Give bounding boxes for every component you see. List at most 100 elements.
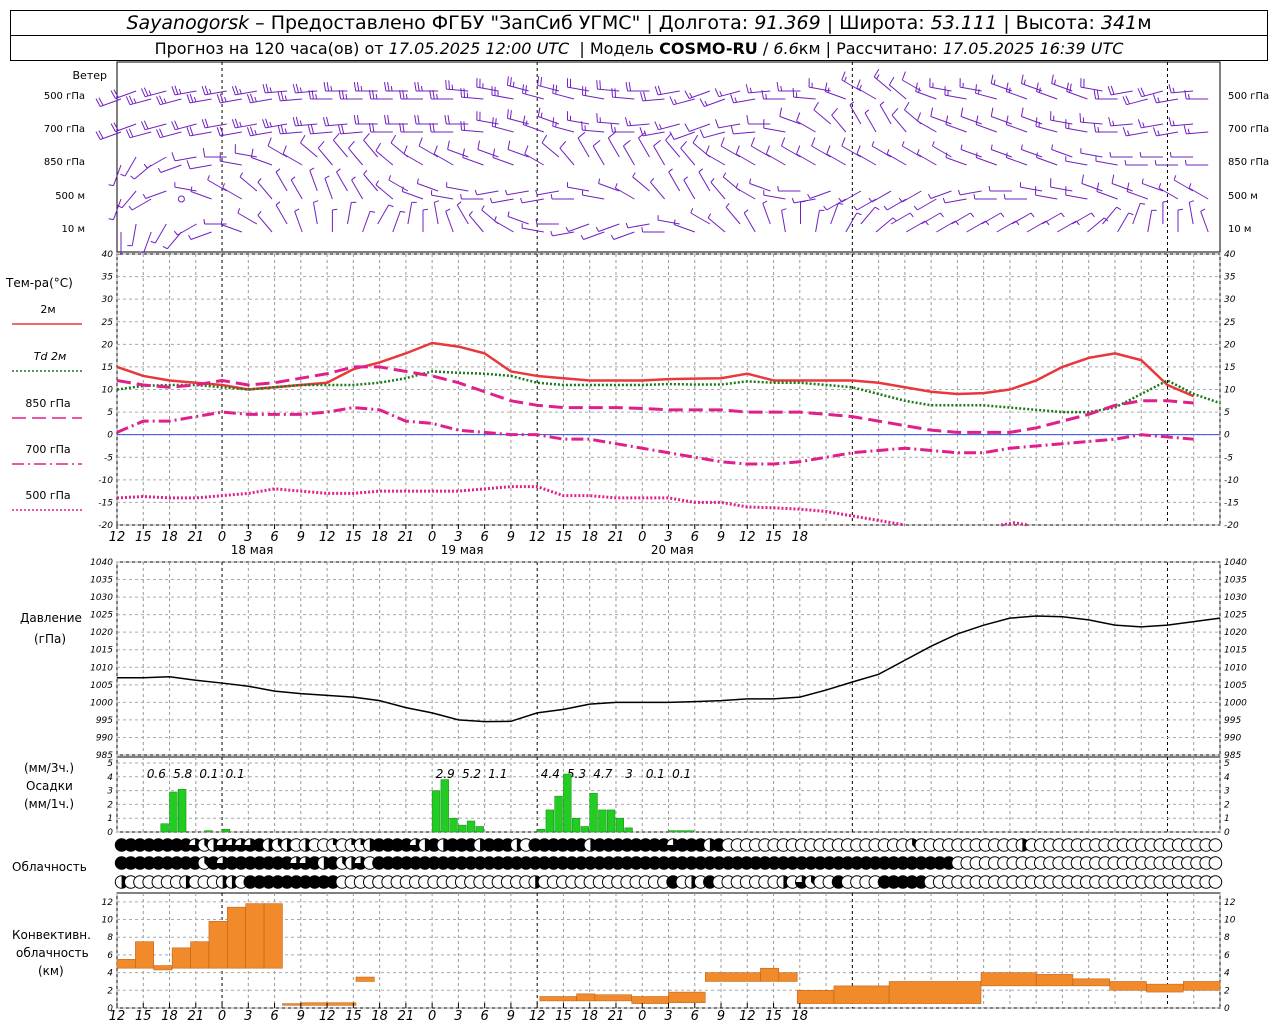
convective-bar bbox=[245, 903, 265, 969]
wind-barb bbox=[930, 107, 952, 125]
wind-barb-staff bbox=[689, 123, 711, 132]
wind-barb-feather bbox=[577, 131, 586, 139]
wind-barb bbox=[222, 183, 243, 200]
wind-barb-feather bbox=[939, 212, 944, 218]
wind-barb bbox=[1147, 209, 1157, 233]
wind-barb-feather bbox=[599, 80, 601, 90]
y-tick-label-right: 5 bbox=[1224, 408, 1230, 418]
wind-barb-feather bbox=[1097, 126, 1100, 133]
wind-barb bbox=[707, 213, 726, 233]
wind-barb-feather bbox=[1154, 159, 1157, 166]
wind-barb bbox=[641, 226, 665, 233]
precip-bar bbox=[554, 795, 563, 833]
wind-barb-feather bbox=[1005, 82, 1009, 92]
wind-barb-staff bbox=[879, 104, 892, 125]
y-tick-label-right: 2 bbox=[1224, 986, 1230, 996]
wind-barb-feather bbox=[294, 208, 300, 212]
wind-barb-feather bbox=[375, 180, 379, 186]
wind-barb-staff bbox=[121, 190, 137, 209]
legend-label: 500 гПа bbox=[25, 489, 70, 502]
wind-barb-feather bbox=[975, 84, 977, 94]
wind-barb-staff bbox=[1020, 186, 1043, 192]
wind-barb-feather bbox=[658, 124, 662, 130]
wind-barb-staff bbox=[129, 98, 152, 106]
wind-barb-feather bbox=[188, 234, 192, 240]
precip-sum-label: 0.1 bbox=[672, 767, 691, 781]
wind-barb-staff bbox=[237, 212, 258, 225]
wind-barb-staff bbox=[975, 124, 997, 133]
wind-barb-feather bbox=[353, 82, 357, 92]
precip-bar bbox=[466, 820, 476, 833]
wind-barb-feather bbox=[414, 115, 417, 125]
y-tick-label-right: 3 bbox=[1224, 787, 1230, 797]
wind-barb-staff bbox=[190, 231, 212, 240]
wind-barb-feather bbox=[874, 206, 880, 211]
y-tick-label-left: 6 bbox=[107, 951, 113, 961]
x-tick-label: 12 bbox=[109, 1009, 126, 1024]
wind-barb-feather bbox=[853, 205, 858, 211]
wind-barb-feather bbox=[898, 197, 903, 203]
y-tick-label-right: 40 bbox=[1224, 250, 1236, 260]
wind-level-label-left: 500 гПа bbox=[44, 91, 85, 102]
wind-barb-feather bbox=[383, 115, 387, 125]
wind-barb-staff bbox=[1147, 210, 1153, 233]
wind-barb-feather bbox=[433, 145, 438, 155]
wind-barb bbox=[416, 178, 439, 192]
wind-barb bbox=[791, 197, 816, 204]
wind-barb-staff bbox=[552, 125, 575, 133]
wind-barb-feather bbox=[780, 137, 786, 147]
wind-barb-staff bbox=[1066, 91, 1088, 100]
wind-barb bbox=[945, 152, 967, 166]
wind-barb-feather bbox=[171, 152, 176, 161]
convective-bar bbox=[282, 1003, 302, 1006]
wind-barb-feather bbox=[171, 121, 176, 130]
wind-barb-feather bbox=[1093, 90, 1097, 100]
wind-barb bbox=[537, 76, 560, 92]
y-tick-label-left: -15 bbox=[98, 498, 113, 508]
legend-label: 2м bbox=[40, 303, 55, 316]
wind-barb bbox=[489, 197, 514, 204]
wind-barb-feather bbox=[1172, 87, 1175, 93]
wind-barb-staff bbox=[524, 153, 545, 166]
x-tick-label: 9 bbox=[297, 1009, 305, 1024]
wind-barb-feather bbox=[891, 108, 899, 116]
wind-barb-staff bbox=[781, 210, 786, 233]
wind-barb-feather bbox=[363, 170, 368, 175]
wind-barb-feather bbox=[707, 213, 712, 219]
wind-barb-staff bbox=[743, 212, 756, 233]
y-tick-label-left: 1040 bbox=[90, 558, 113, 568]
meteogram-chart: Ветер 500 гПа 500 гПа 700 гПа 700 гПа 850 гПа… bbox=[5, 61, 1269, 1024]
y-tick-label-left: 3 bbox=[107, 787, 113, 797]
wind-barb-staff bbox=[537, 190, 559, 196]
wind-barb-feather bbox=[777, 185, 779, 192]
wind-barb-staff bbox=[944, 94, 967, 100]
wind-barb bbox=[596, 80, 620, 92]
wind-barb-feather bbox=[826, 145, 831, 155]
wind-barb-staff bbox=[668, 171, 681, 192]
precip-sum-label: 1.1 bbox=[488, 767, 507, 781]
wind-barb-feather bbox=[509, 77, 512, 87]
y-tick-label-left: 1035 bbox=[90, 576, 113, 586]
wind-barb-feather bbox=[299, 87, 303, 93]
wind-barb-staff bbox=[1051, 149, 1073, 158]
wind-barb-staff bbox=[936, 220, 956, 233]
wind-barb bbox=[808, 78, 831, 92]
wind-barb-feather bbox=[202, 148, 206, 158]
wind-barb-feather bbox=[307, 125, 311, 135]
wind-barb-staff bbox=[1050, 119, 1073, 125]
wind-barb bbox=[743, 209, 756, 233]
x-tick-label: 15 bbox=[135, 1009, 152, 1024]
wind-barb-staff bbox=[673, 131, 695, 140]
wind-barb-feather bbox=[625, 222, 629, 228]
wind-barb-staff bbox=[446, 88, 469, 92]
precip-bar bbox=[589, 793, 598, 833]
precip-bar bbox=[624, 827, 633, 833]
wind-barb-feather bbox=[1000, 212, 1005, 218]
wind-barb bbox=[927, 190, 952, 199]
wind-barb-feather bbox=[246, 127, 251, 136]
wind-barb bbox=[550, 193, 574, 200]
wind-barb-feather bbox=[674, 99, 677, 105]
wind-barb-feather bbox=[668, 168, 673, 173]
wind-barb-feather bbox=[477, 140, 481, 150]
wind-title: Ветер bbox=[73, 69, 107, 82]
